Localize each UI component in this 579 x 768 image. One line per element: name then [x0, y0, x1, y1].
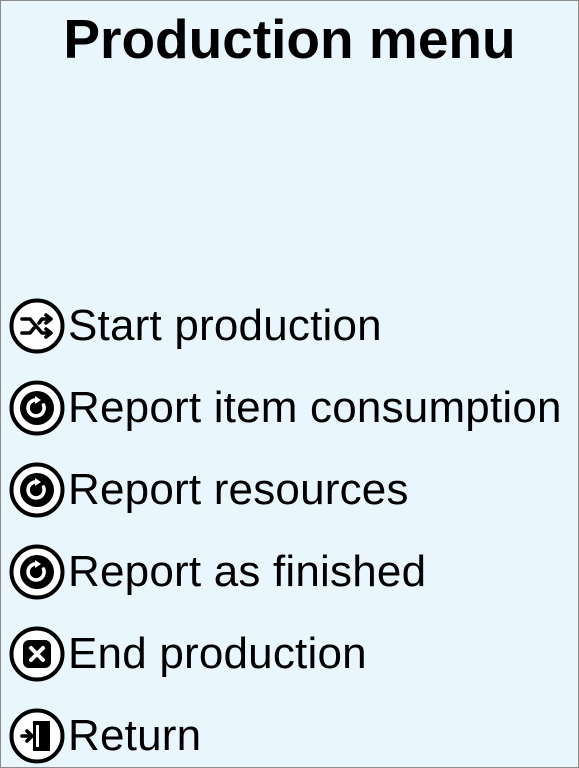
menu-item-label: Start production	[68, 301, 382, 350]
menu-list: Start production Report item consumption…	[8, 285, 578, 767]
menu-item-report-resources[interactable]: Report resources	[8, 449, 578, 531]
menu-item-label: Return	[68, 711, 202, 760]
refresh-icon	[9, 544, 65, 600]
refresh-icon	[9, 380, 65, 436]
menu-item-label: Report as finished	[68, 547, 427, 596]
menu-item-end-production[interactable]: End production	[8, 613, 578, 695]
refresh-icon	[9, 462, 65, 518]
menu-item-label: Report resources	[68, 465, 409, 514]
menu-item-report-as-finished[interactable]: Report as finished	[8, 531, 578, 613]
stop-x-icon	[9, 626, 65, 682]
shuffle-icon	[9, 298, 65, 354]
page-title: Production menu	[63, 8, 516, 70]
menu-item-label: End production	[68, 629, 367, 678]
production-menu-screen: Production menu Start production Report …	[0, 0, 579, 768]
menu-item-label: Report item consumption	[68, 383, 562, 432]
menu-item-report-item-consumption[interactable]: Report item consumption	[8, 367, 578, 449]
menu-item-return[interactable]: Return	[8, 695, 578, 767]
exit-door-icon	[9, 708, 65, 764]
menu-item-start-production[interactable]: Start production	[8, 285, 578, 367]
